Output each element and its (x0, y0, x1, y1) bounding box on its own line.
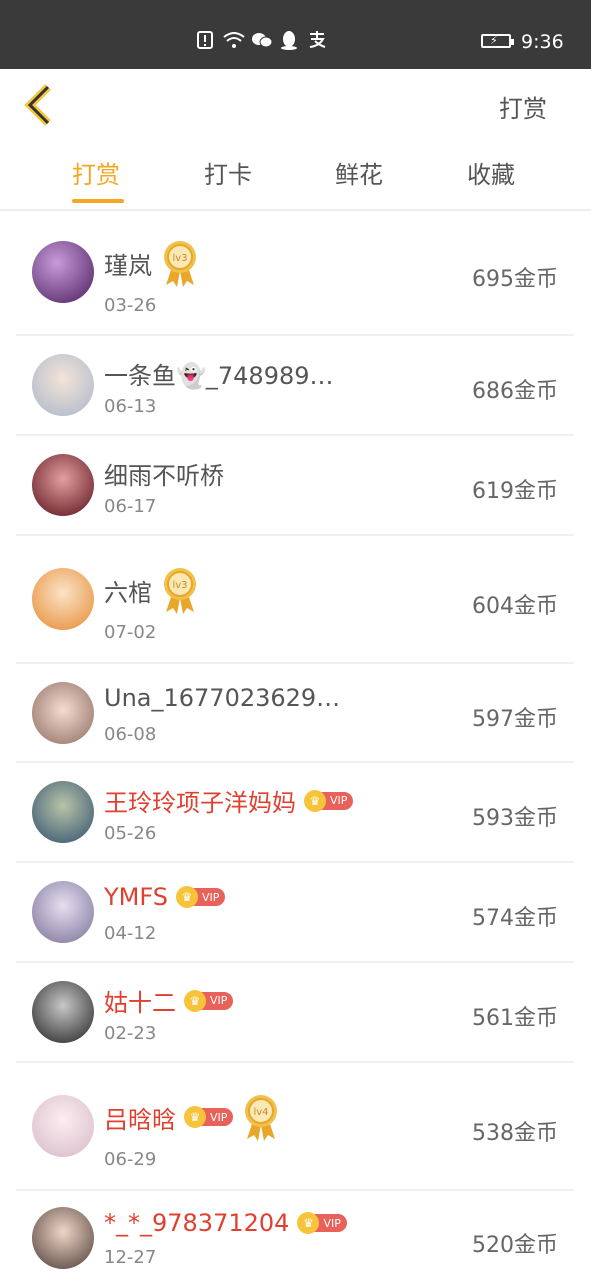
avatar (32, 1095, 94, 1157)
level-medal-icon: lv3 (162, 566, 198, 615)
user-name: 姑十二 (104, 989, 176, 1017)
list-item[interactable]: 六棺 lv3 07-02 604金币 (16, 536, 574, 664)
user-name: 王玲玲项子洋妈妈 (104, 789, 296, 817)
avatar (32, 682, 94, 744)
coin-amount: 520金币 (472, 1233, 558, 1258)
battery-icon: ⚡ (481, 34, 514, 48)
crown-icon: ♛ (184, 989, 206, 1012)
crown-icon: ♛ (184, 1106, 206, 1128)
reward-date: 12-27 (104, 1247, 157, 1268)
chevron-left-icon (24, 84, 51, 126)
list-item[interactable]: Una_1677023629… 06-08 597金币 (16, 664, 574, 763)
reward-date: 06-17 (104, 496, 157, 517)
list-item[interactable]: 瑾岚 lv3 03-26 695金币 (16, 209, 574, 336)
tab-checkin[interactable]: 打卡 (204, 155, 252, 190)
user-name: 一条鱼👻_748989… (104, 362, 334, 390)
user-name: 细雨不听桥 (104, 462, 224, 490)
vip-badge: ♛ VIP (184, 989, 234, 1012)
crown-icon: ♛ (297, 1212, 320, 1234)
reward-date: 06-29 (104, 1149, 157, 1170)
coin-amount: 593金币 (472, 806, 558, 831)
list-item[interactable]: 细雨不听桥 06-17 619金币 (16, 436, 574, 536)
list-item[interactable]: 王玲玲项子洋妈妈 ♛ VIP 05-26 593金币 (16, 763, 574, 863)
avatar (32, 1207, 94, 1269)
user-name: 吕晗晗 (104, 1105, 176, 1134)
avatar (32, 241, 94, 303)
avatar (32, 981, 94, 1043)
coin-amount: 597金币 (472, 707, 558, 732)
coin-amount: 604金币 (472, 594, 558, 619)
avatar (32, 354, 94, 416)
wifi-icon (223, 31, 245, 54)
alert-icon (195, 31, 215, 54)
status-icons (195, 30, 327, 55)
avatar (32, 568, 94, 630)
header-reward-action[interactable]: 打赏 (499, 89, 547, 124)
status-bar: ⚡ 9:36 (0, 0, 591, 69)
user-name: 六棺 (104, 578, 152, 607)
coin-amount: 574金币 (472, 906, 558, 931)
coin-amount: 619金币 (472, 479, 558, 504)
status-time: 9:36 (521, 31, 564, 53)
svg-text:lv3: lv3 (172, 253, 187, 264)
coin-amount: 686金币 (472, 379, 558, 404)
wechat-icon (251, 31, 273, 54)
reward-date: 06-13 (104, 396, 157, 417)
avatar (32, 454, 94, 516)
header: 打赏 打赏 打卡 鲜花 收藏 (0, 69, 591, 211)
reward-date: 04-12 (104, 923, 157, 944)
vip-badge: ♛ VIP (184, 1106, 234, 1128)
qq-icon (279, 30, 299, 55)
reward-date: 06-08 (104, 724, 157, 745)
user-name: *_*_978371204 (104, 1209, 290, 1237)
coin-amount: 695金币 (472, 267, 558, 292)
list-item[interactable]: 一条鱼👻_748989… 06-13 686金币 (16, 336, 574, 436)
reward-date: 05-26 (104, 823, 157, 844)
tab-flowers[interactable]: 鲜花 (335, 155, 383, 190)
back-button[interactable] (22, 83, 56, 127)
alipay-icon (307, 31, 327, 54)
crown-icon: ♛ (175, 886, 198, 908)
svg-text:lv3: lv3 (172, 580, 187, 591)
user-name: 瑾岚 (104, 251, 152, 280)
crown-icon: ♛ (304, 789, 326, 812)
avatar (32, 781, 94, 843)
coin-amount: 538金币 (472, 1121, 558, 1146)
level-medal-icon: lv3 (162, 239, 198, 288)
vip-badge: ♛ VIP (297, 1212, 347, 1234)
svg-text:lv4: lv4 (254, 1107, 269, 1118)
tab-bar: 打赏 打卡 鲜花 收藏 (0, 155, 591, 209)
reward-date: 03-26 (104, 295, 157, 316)
vip-badge: ♛ VIP (175, 886, 226, 908)
reward-date: 07-02 (104, 622, 157, 643)
user-name: Una_1677023629… (104, 684, 341, 712)
list-item[interactable]: 姑十二 ♛ VIP 02-23 561金币 (16, 963, 574, 1063)
list-item[interactable]: YMFS ♛ VIP 04-12 574金币 (16, 863, 574, 963)
level-medal-icon: lv4 (243, 1093, 279, 1142)
list-item[interactable]: *_*_978371204 ♛ VIP 12-27 520金币 (16, 1191, 574, 1280)
tab-reward[interactable]: 打赏 (72, 155, 120, 190)
tab-favorites[interactable]: 收藏 (467, 155, 515, 190)
tab-active-indicator (72, 199, 124, 203)
vip-badge: ♛ VIP (304, 789, 354, 812)
reward-date: 02-23 (104, 1023, 157, 1044)
avatar (32, 881, 94, 943)
coin-amount: 561金币 (472, 1006, 558, 1031)
user-name: YMFS (104, 883, 168, 911)
list-item[interactable]: 吕晗晗 ♛ VIP lv4 06-29 538金币 (16, 1063, 574, 1191)
